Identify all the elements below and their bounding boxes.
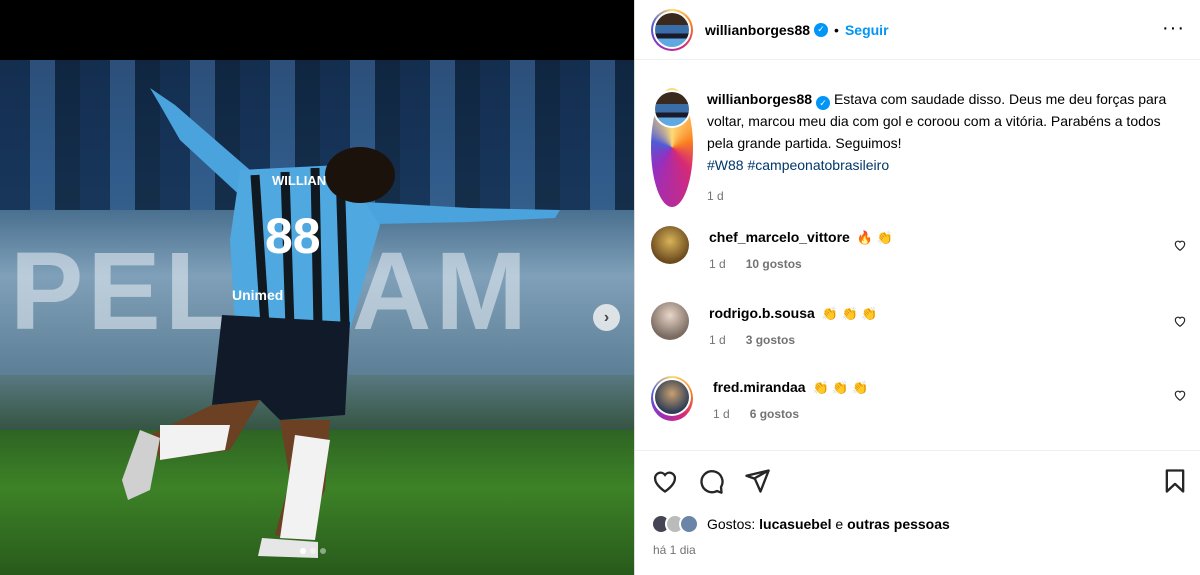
avatar[interactable] bbox=[655, 380, 689, 414]
carousel-dot bbox=[310, 548, 316, 554]
comment-item: fred.mirandaa 👏 👏 👏 1 d 6 gostos bbox=[651, 376, 1191, 421]
comment-likes[interactable]: 10 gostos bbox=[746, 257, 802, 271]
player-figure: 88 WILLIAN Unimed bbox=[122, 88, 560, 558]
post-caption: willianborges88 ✓ Estava com saudade diss… bbox=[651, 88, 1191, 207]
more-options-icon[interactable]: ··· bbox=[1162, 18, 1185, 38]
verified-icon: ✓ bbox=[814, 22, 829, 37]
comment-likes[interactable]: 3 gostos bbox=[746, 333, 795, 347]
story-ring[interactable] bbox=[651, 8, 693, 51]
avatar[interactable] bbox=[651, 302, 689, 340]
likes-joiner: e bbox=[835, 516, 844, 532]
likes-summary: Gostos: lucasuebel e outras pessoas bbox=[651, 514, 950, 534]
carousel-indicator bbox=[300, 548, 326, 554]
carousel-dot bbox=[300, 548, 306, 554]
avatar[interactable] bbox=[655, 12, 689, 47]
post-photo[interactable]: PEL CAM 88 WILLIAN Unimed bbox=[0, 60, 634, 575]
comment-username[interactable]: fred.mirandaa bbox=[713, 379, 806, 395]
avatar[interactable] bbox=[655, 92, 689, 126]
follow-button[interactable]: Seguir bbox=[845, 22, 889, 38]
post-panel: willianborges88 ✓ • Seguir ··· willianbo… bbox=[634, 0, 1200, 575]
comment-item: rodrigo.b.sousa 👏 👏 👏 1 d 3 gostos bbox=[651, 302, 1191, 347]
jersey-sponsor: Unimed bbox=[232, 287, 283, 303]
post-media: PEL CAM 88 WILLIAN Unimed › bbox=[0, 0, 634, 575]
caption-time[interactable]: 1 d bbox=[707, 189, 724, 203]
story-ring[interactable] bbox=[651, 376, 693, 421]
caption-username[interactable]: willianborges88 bbox=[707, 91, 812, 107]
story-ring[interactable] bbox=[651, 88, 693, 207]
post-time[interactable]: há 1 dia bbox=[653, 543, 696, 557]
like-comment-heart-icon[interactable] bbox=[1173, 238, 1187, 252]
bookmark-icon[interactable] bbox=[1161, 467, 1189, 495]
post-header: willianborges88 ✓ • Seguir ··· bbox=[635, 0, 1200, 60]
comment-icon[interactable] bbox=[697, 467, 725, 495]
liker-username[interactable]: lucasuebel bbox=[759, 516, 831, 532]
jersey-number: 88 bbox=[265, 208, 321, 264]
heart-icon[interactable] bbox=[651, 467, 679, 495]
liker-avatar[interactable] bbox=[679, 514, 699, 534]
post-actions: Gostos: lucasuebel e outras pessoas há 1… bbox=[635, 450, 1200, 575]
author-username[interactable]: willianborges88 bbox=[705, 22, 810, 38]
comment-time[interactable]: 1 d bbox=[709, 257, 726, 271]
comment-text: 🔥 👏 bbox=[856, 230, 893, 245]
separator-dot: • bbox=[834, 21, 839, 38]
share-icon[interactable] bbox=[743, 467, 771, 495]
comment-text: 👏 👏 👏 bbox=[812, 380, 869, 395]
comment-time[interactable]: 1 d bbox=[709, 333, 726, 347]
comment-item: chef_marcelo_vittore 🔥 👏 1 d 10 gostos bbox=[651, 226, 1191, 271]
comment-username[interactable]: rodrigo.b.sousa bbox=[709, 305, 815, 321]
comment-text: 👏 👏 👏 bbox=[821, 306, 878, 321]
jersey-name: WILLIAN bbox=[272, 173, 326, 188]
comment-likes[interactable]: 6 gostos bbox=[750, 407, 799, 421]
comment-username[interactable]: chef_marcelo_vittore bbox=[709, 229, 850, 245]
hashtag-link[interactable]: #campeonatobrasileiro bbox=[747, 157, 889, 173]
comment-time[interactable]: 1 d bbox=[713, 407, 730, 421]
hashtag-link[interactable]: #W88 bbox=[707, 157, 744, 173]
next-photo-button[interactable]: › bbox=[593, 304, 620, 331]
verified-icon: ✓ bbox=[816, 96, 831, 110]
likes-prefix: Gostos: bbox=[707, 516, 756, 532]
like-comment-heart-icon[interactable] bbox=[1173, 314, 1187, 328]
carousel-dot bbox=[320, 548, 326, 554]
chevron-right-icon: › bbox=[603, 308, 610, 326]
like-comment-heart-icon[interactable] bbox=[1173, 388, 1187, 402]
other-likers-link[interactable]: outras pessoas bbox=[847, 516, 950, 532]
avatar[interactable] bbox=[651, 226, 689, 264]
